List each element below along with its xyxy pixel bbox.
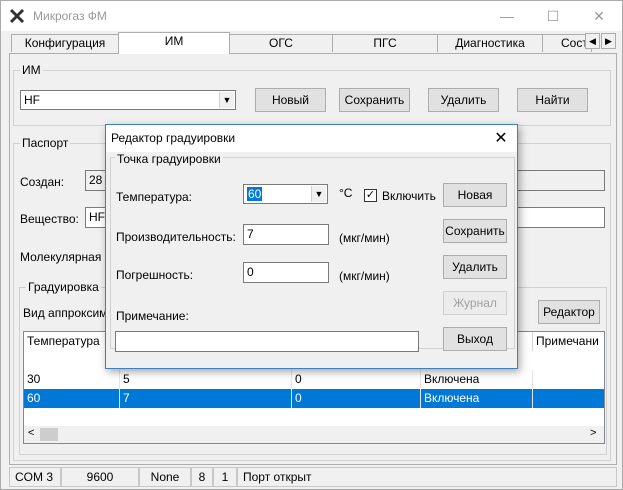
tab-ogs[interactable]: ОГС	[229, 34, 333, 52]
table-cell	[533, 370, 604, 389]
table-cell: 5	[120, 370, 292, 389]
tab-configuration[interactable]: Конфигурация	[11, 34, 119, 52]
performance-input[interactable]: 7	[243, 224, 329, 245]
table-cell	[533, 389, 604, 408]
tab-diagnostics[interactable]: Диагностика	[437, 34, 543, 52]
status-port: COM 3	[9, 467, 61, 487]
exit-button[interactable]: Выход	[443, 327, 507, 351]
im-group: ИМ HF ▼ Новый Сохранить Удалить Найти	[13, 63, 611, 126]
status-bar: COM 3 9600 None 8 1 Порт открыт	[1, 465, 622, 489]
calibration-group-label: Градуировка	[26, 280, 101, 294]
minimize-button[interactable]: —	[484, 1, 530, 31]
delete-point-button[interactable]: Удалить	[443, 255, 507, 279]
status-state: Порт открыт	[237, 467, 617, 487]
new-point-button[interactable]: Новая	[443, 183, 507, 207]
close-icon[interactable]: ✕	[485, 125, 517, 152]
maximize-button[interactable]: ☐	[530, 1, 576, 31]
horizontal-scrollbar[interactable]: < >	[24, 426, 604, 443]
scroll-right-icon[interactable]: >	[590, 427, 596, 439]
temperature-label: Температура:	[116, 190, 193, 204]
error-label: Погрешность:	[116, 268, 194, 282]
tab-scroll-left-icon[interactable]: ◀	[585, 33, 600, 49]
table-cell: 60	[24, 389, 120, 408]
find-im-button[interactable]: Найти	[517, 88, 588, 112]
editor-button[interactable]: Редактор	[538, 300, 600, 324]
calibration-editor-dialog: Редактор градуировки ✕ Точка градуировки…	[105, 124, 518, 369]
journal-button[interactable]: Журнал	[443, 291, 507, 315]
delete-im-button[interactable]: Удалить	[428, 88, 499, 112]
im-select-value: HF	[24, 93, 40, 107]
new-im-button[interactable]: Новый	[255, 88, 326, 112]
note-label: Примечание:	[116, 309, 189, 323]
column-header[interactable]: Примечани	[533, 332, 604, 351]
table-cell: Включена	[421, 389, 533, 408]
save-point-button[interactable]: Сохранить	[443, 219, 507, 243]
tab-strip: Конфигурация ИМ ОГС ПГС Диагностика Сост…	[9, 32, 619, 54]
status-baud: 9600	[61, 467, 139, 487]
dialog-title-bar[interactable]: Редактор градуировки ✕	[106, 125, 517, 152]
temperature-unit: °С	[339, 186, 353, 200]
molar-mass-label: Молекулярная м	[20, 250, 113, 264]
performance-unit: (мкг/мин)	[339, 231, 390, 245]
table-cell: 0	[292, 389, 421, 408]
enable-checkbox[interactable]: ✓	[364, 189, 377, 202]
app-icon	[9, 8, 25, 24]
table-row[interactable]: 30 5 0 Включена	[24, 370, 604, 389]
calibration-point-label: Точка градуировки	[115, 152, 223, 166]
status-stop-bits: 1	[213, 467, 237, 487]
table-cell: 30	[24, 370, 120, 389]
scroll-left-icon[interactable]: <	[28, 427, 34, 439]
error-unit: (мкг/мин)	[339, 269, 390, 283]
tab-im[interactable]: ИМ	[118, 32, 230, 54]
calibration-point-group: Точка градуировки Температура: 60 ▼ °С ✓…	[110, 152, 515, 352]
tab-pgs[interactable]: ПГС	[332, 34, 438, 52]
save-im-button[interactable]: Сохранить	[339, 88, 410, 112]
tab-scroll-right-icon[interactable]: ▶	[601, 33, 616, 49]
enable-label[interactable]: Включить	[382, 189, 436, 203]
temperature-select[interactable]: 60 ▼	[243, 184, 328, 204]
table-cell: 0	[292, 370, 421, 389]
approximation-label: Вид аппроксим	[23, 306, 108, 320]
dialog-title: Редактор градуировки	[111, 131, 236, 145]
chevron-down-icon[interactable]: ▼	[311, 186, 326, 202]
temperature-value: 60	[247, 187, 263, 201]
chevron-down-icon[interactable]: ▼	[219, 92, 234, 108]
table-cell: 7	[120, 389, 292, 408]
created-label: Создан:	[20, 175, 65, 189]
scrollbar-thumb[interactable]	[40, 428, 58, 441]
status-parity: None	[139, 467, 191, 487]
window-title: Микрогаз ФМ	[33, 9, 107, 23]
status-data-bits: 8	[191, 467, 213, 487]
substance-label: Вещество:	[20, 212, 79, 226]
note-input[interactable]	[115, 331, 419, 352]
im-select[interactable]: HF ▼	[20, 90, 236, 110]
passport-group-label: Паспорт	[20, 136, 71, 150]
performance-label: Производительность:	[116, 230, 236, 244]
im-group-label: ИМ	[20, 63, 43, 77]
table-cell: Включена	[421, 370, 533, 389]
table-row-selected[interactable]: 60 7 0 Включена	[24, 389, 604, 408]
title-bar[interactable]: Микрогаз ФМ — ☐ ✕	[1, 1, 622, 31]
close-button[interactable]: ✕	[576, 1, 622, 31]
error-input[interactable]: 0	[243, 262, 329, 283]
